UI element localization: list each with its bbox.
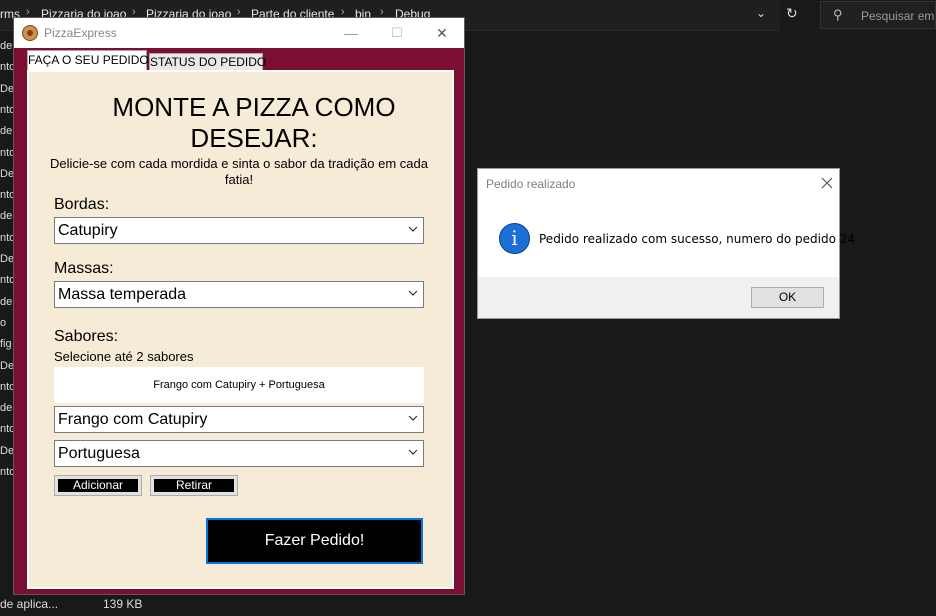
info-icon: i — [499, 223, 530, 254]
file-list-item[interactable]: nto — [0, 274, 14, 286]
remove-flavor-button[interactable]: Retirar — [150, 475, 238, 496]
dialog-footer: OK — [478, 277, 839, 318]
massas-value: Massa temperada — [58, 286, 187, 303]
search-input[interactable]: ⚲ Pesquisar em D — [820, 1, 936, 29]
remove-flavor-label: Retirar — [154, 479, 234, 492]
chevron-down-icon — [408, 415, 418, 421]
order-panel: MONTE A PIZZA COMO DESEJAR: Delicie-se c… — [27, 70, 454, 589]
file-type: de aplica... — [0, 597, 59, 611]
file-list-item[interactable]: De — [0, 360, 14, 372]
add-flavor-label: Adicionar — [58, 479, 138, 492]
flavor1-value: Frango com Catupiry — [58, 411, 208, 428]
file-list-item[interactable]: o — [0, 317, 6, 329]
flavor1-select[interactable]: Frango com Catupiry — [54, 406, 424, 433]
file-list-item[interactable]: de — [0, 296, 12, 308]
file-list-item[interactable]: nto — [0, 189, 14, 201]
file-list-item[interactable]: nto — [0, 104, 14, 116]
file-list-item[interactable]: De — [0, 168, 14, 180]
title-bar[interactable]: PizzaExpress — ☐ ✕ — [14, 18, 464, 48]
flavor2-value: Portuguesa — [58, 445, 140, 462]
sabores-hint: Selecione até 2 sabores — [54, 349, 194, 364]
chevron-down-icon[interactable]: ⌄ — [756, 6, 766, 20]
massas-label: Massas: — [54, 260, 114, 277]
dialog-title: Pedido realizado — [486, 177, 576, 191]
close-button[interactable]: ✕ — [427, 22, 457, 44]
page-title: MONTE A PIZZA COMO DESEJAR: — [112, 92, 396, 153]
file-list-item[interactable]: nto — [0, 232, 14, 244]
place-order-button[interactable]: Fazer Pedido! — [206, 518, 423, 564]
window-title: PizzaExpress — [44, 26, 117, 40]
selected-flavors-display: Frango com Catupiry + Portuguesa — [54, 367, 424, 403]
search-icon: ⚲ — [833, 7, 843, 22]
file-list-item[interactable]: fig — [0, 338, 12, 350]
file-list-item[interactable]: de — [0, 40, 12, 52]
file-list-item[interactable]: nto — [0, 61, 14, 73]
refresh-icon[interactable]: ↻ — [786, 5, 798, 22]
chevron-down-icon — [408, 449, 418, 455]
search-placeholder: Pesquisar em D — [861, 9, 936, 23]
close-icon[interactable] — [818, 174, 836, 192]
dialog-message: Pedido realizado com sucesso, numero do … — [539, 232, 856, 246]
massas-select[interactable]: Massa temperada — [54, 281, 424, 308]
add-flavor-button[interactable]: Adicionar — [54, 475, 142, 496]
subtitle: Delicie-se com cada mordida e sinta o sa… — [50, 156, 428, 187]
maximize-button[interactable]: ☐ — [382, 22, 412, 44]
chevron-down-icon — [408, 290, 418, 296]
order-confirmation-dialog: Pedido realizado i Pedido realizado com … — [477, 168, 855, 319]
file-list-item[interactable]: de — [0, 125, 12, 137]
bordas-select[interactable]: Catupiry — [54, 217, 424, 244]
minimize-button[interactable]: — — [336, 22, 366, 44]
pizza-icon — [22, 25, 38, 41]
file-list-item[interactable]: de — [0, 210, 12, 222]
file-list-item[interactable]: De — [0, 445, 14, 457]
bordas-label: Bordas: — [54, 196, 110, 213]
file-list: de nto De nto de nto De nto de nto De nto de o fig De nt… — [0, 32, 14, 592]
tab-faca-seu-pedido[interactable]: FAÇA O SEU PEDIDO — [27, 50, 149, 71]
ok-button[interactable]: OK — [751, 287, 824, 308]
file-size: 139 KB — [103, 597, 143, 611]
status-bar: de aplica... 139 KB — [0, 594, 300, 616]
bordas-value: Catupiry — [58, 222, 118, 239]
file-list-item[interactable]: De — [0, 83, 14, 95]
file-list-item[interactable]: de — [0, 402, 12, 414]
file-list-item[interactable]: nto — [0, 466, 14, 478]
tab-status-pedido[interactable]: STATUS DO PEDIDO — [149, 53, 266, 71]
pizzaexpress-window: PizzaExpress — ☐ ✕ FAÇA O SEU PEDIDO STA… — [13, 17, 465, 595]
sabores-label: Sabores: — [54, 328, 119, 345]
file-list-item[interactable]: nto — [0, 423, 14, 435]
file-list-item[interactable]: De — [0, 253, 14, 265]
file-list-item[interactable]: nto — [0, 147, 14, 159]
flavor2-select[interactable]: Portuguesa — [54, 440, 424, 467]
file-list-item[interactable]: nto — [0, 381, 14, 393]
chevron-down-icon — [408, 226, 418, 232]
